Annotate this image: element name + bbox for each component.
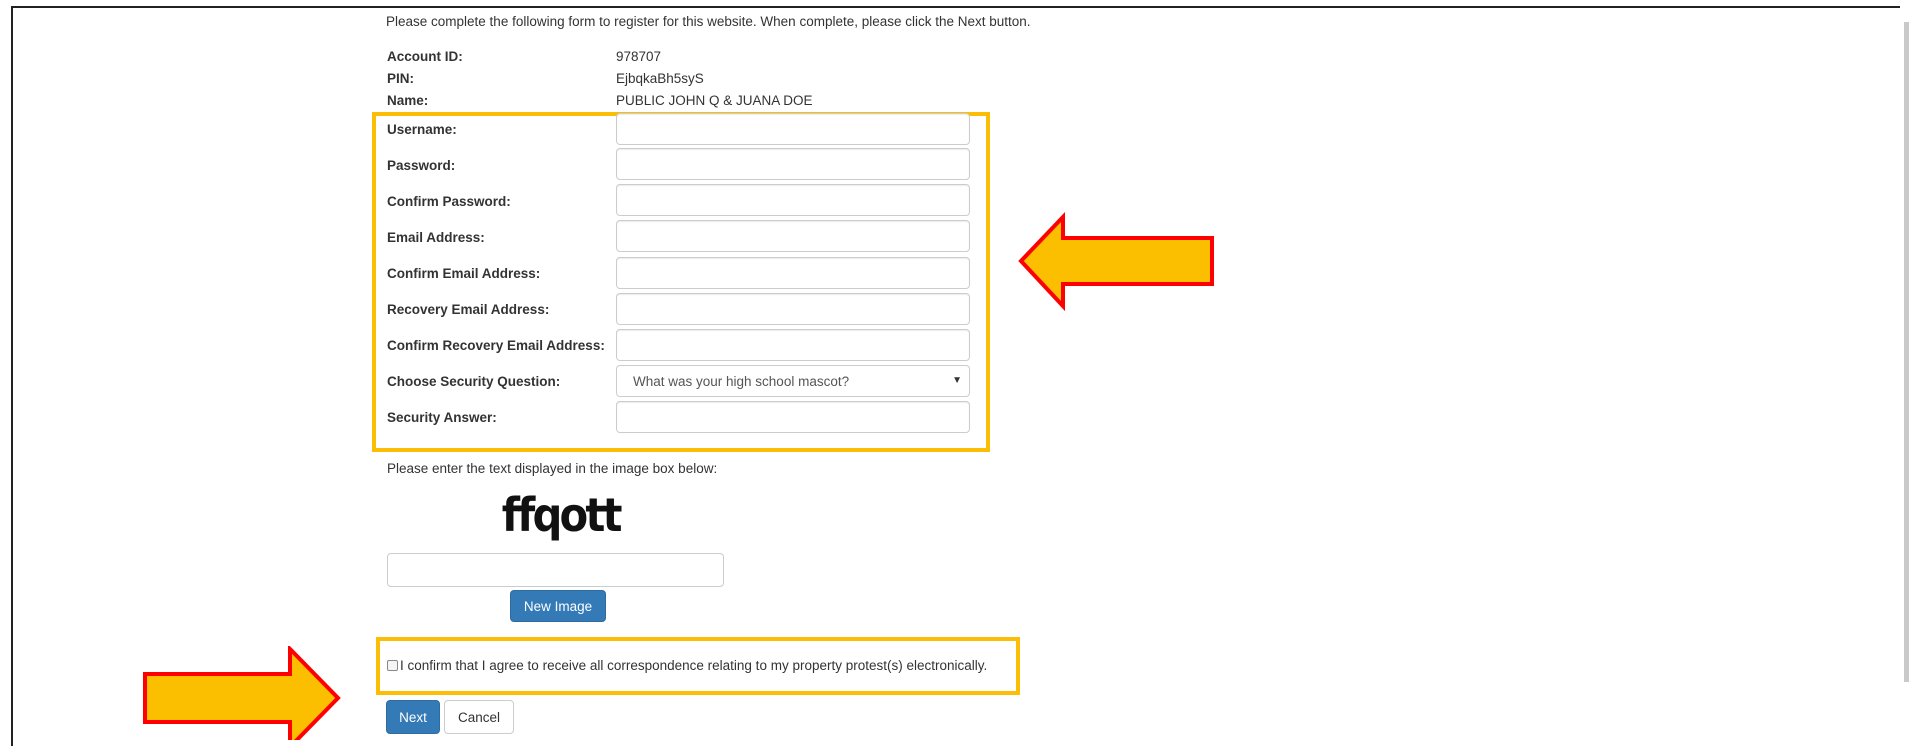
right-arrow-icon [143,646,341,740]
consent-row: I confirm that I agree to receive all co… [387,658,987,673]
recovery-email-label: Recovery Email Address: [387,302,550,317]
security-question-label: Choose Security Question: [387,374,561,389]
next-button[interactable]: Next [386,700,440,734]
captcha-image: ffqott [502,489,625,542]
scrollbar-thumb[interactable] [1904,22,1909,682]
security-answer-label: Security Answer: [387,410,497,425]
password-label: Password: [387,158,456,173]
account-id-value: 978707 [616,49,662,64]
confirm-email-label: Confirm Email Address: [387,266,541,281]
pin-value: EjbqkaBh5syS [616,71,704,86]
recovery-email-input[interactable] [616,293,970,325]
security-question-selected: What was your high school mascot? [633,374,850,389]
consent-text: I confirm that I agree to receive all co… [400,658,988,673]
security-question-select[interactable]: What was your high school mascot? ▼ [616,365,970,397]
username-input[interactable] [616,113,970,145]
captcha-text: ffqott [502,489,623,542]
captcha-prompt: Please enter the text displayed in the i… [387,461,718,476]
new-image-button[interactable]: New Image [510,590,606,622]
captcha-input[interactable] [387,553,724,587]
name-label: Name: [387,93,429,108]
confirm-recovery-email-label: Confirm Recovery Email Address: [387,338,605,353]
name-value: PUBLIC JOHN Q & JUANA DOE [616,93,813,108]
cancel-button[interactable]: Cancel [444,700,514,734]
confirm-recovery-email-input[interactable] [616,329,970,361]
form-instructions: Please complete the following form to re… [386,14,1031,29]
security-answer-input[interactable] [616,401,970,433]
confirm-password-input[interactable] [616,184,970,216]
pin-label: PIN: [387,71,414,86]
password-input[interactable] [616,148,970,180]
confirm-email-input[interactable] [616,257,970,289]
dropdown-caret-icon: ▼ [952,375,962,386]
email-label: Email Address: [387,230,485,245]
username-label: Username: [387,122,457,137]
consent-checkbox[interactable] [387,660,398,671]
left-arrow-icon [1018,212,1214,312]
email-input[interactable] [616,220,970,252]
account-id-label: Account ID: [387,49,463,64]
confirm-password-label: Confirm Password: [387,194,511,209]
